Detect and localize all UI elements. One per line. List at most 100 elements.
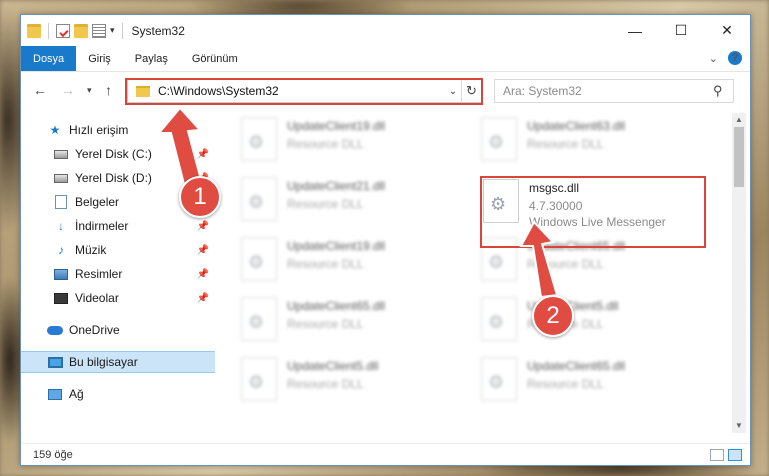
sidebar-item-label: Hızlı erişim [69, 123, 129, 137]
file-type: Resource DLL [287, 377, 364, 391]
file-name: UpdateClient19.dll [287, 239, 386, 253]
dll-file-icon: ⚙ [241, 357, 277, 401]
close-button[interactable]: ✕ [704, 15, 750, 46]
item-count: 159 öğe [33, 448, 73, 461]
scroll-thumb[interactable] [734, 127, 744, 187]
file-item[interactable]: ⚙ UpdateClient65.dll Resource DLL [481, 355, 701, 405]
file-item[interactable]: ⚙ UpdateClient19.dll Resource DLL [241, 115, 461, 165]
gear-icon: ⚙ [488, 372, 505, 392]
gear-icon: ⚙ [248, 252, 265, 272]
dll-file-icon: ⚙ [481, 357, 517, 401]
address-highlight-box [125, 78, 483, 105]
vertical-scrollbar[interactable]: ▲ ▼ [732, 113, 746, 433]
pin-icon: 📌 [196, 220, 209, 232]
file-type: Resource DLL [527, 377, 604, 391]
sidebar-item-label: Yerel Disk (D:) [75, 171, 152, 185]
file-name: UpdateClient65.dll [287, 299, 386, 313]
help-icon[interactable]: ? [728, 51, 742, 65]
navigation-pane: ★ Hızlı erişim Yerel Disk (C:) 📌 Yerel D… [21, 113, 215, 433]
file-type: Resource DLL [287, 257, 364, 271]
file-item[interactable]: ⚙ UpdateClient21.dll Resource DLL [241, 175, 461, 225]
sidebar-item-onedrive[interactable]: OneDrive [21, 319, 215, 341]
sidebar-item-label: İndirmeler [75, 219, 129, 233]
forward-arrow-icon[interactable]: → [61, 82, 75, 98]
properties-icon[interactable] [56, 23, 70, 38]
back-arrow-icon[interactable]: ← [33, 82, 47, 98]
step-badge-1: 1 [179, 176, 221, 218]
gear-icon: ⚙ [488, 252, 505, 272]
sidebar-item-pictures[interactable]: Resimler 📌 [21, 263, 215, 285]
file-item[interactable]: ⚙ UpdateClient5.dll Resource DLL [241, 355, 461, 405]
sidebar-item-disk-c[interactable]: Yerel Disk (C:) 📌 [21, 143, 215, 165]
download-icon: ↓ [58, 219, 64, 233]
scroll-up-icon[interactable]: ▲ [732, 113, 746, 127]
qa-dropdown-icon[interactable]: ▾ [110, 25, 115, 36]
file-type: Resource DLL [527, 137, 604, 151]
file-name: UpdateClient21.dll [287, 179, 386, 193]
pin-icon: 📌 [196, 148, 209, 160]
dll-file-icon: ⚙ [241, 117, 277, 161]
file-name: UpdateClient63.dll [527, 119, 626, 133]
sidebar-item-label: Ağ [69, 387, 84, 401]
sidebar-item-quick-access[interactable]: ★ Hızlı erişim [21, 119, 215, 141]
cloud-icon [47, 323, 63, 337]
window-controls: — ☐ ✕ [612, 15, 750, 46]
search-icon[interactable]: ⚲ [713, 83, 733, 99]
sidebar-item-downloads[interactable]: ↓ İndirmeler 📌 [21, 215, 215, 237]
gear-icon: ⚙ [248, 312, 265, 332]
sidebar-item-label: Belgeler [75, 195, 120, 209]
gear-icon: ⚙ [248, 372, 265, 392]
details-view-icon[interactable] [710, 448, 724, 461]
file-name: UpdateClient65.dll [527, 359, 626, 373]
file-explorer-window: ▾ System32 — ☐ ✕ Dosya Giriş Paylaş Görü… [20, 14, 751, 466]
tab-gorunum[interactable]: Görünüm [180, 46, 250, 71]
folder-icon[interactable] [27, 23, 41, 38]
search-placeholder[interactable]: Ara: System32 [503, 84, 713, 98]
pin-icon: 📌 [196, 268, 209, 280]
file-item[interactable]: ⚙ UpdateClient65.dll Resource DLL [241, 295, 461, 345]
pin-icon: 📌 [196, 244, 209, 256]
tab-dosya[interactable]: Dosya [21, 46, 77, 71]
tab-paylas[interactable]: Paylaş [123, 46, 180, 71]
sidebar-item-label: Bu bilgisayar [69, 355, 138, 369]
star-icon: ★ [49, 123, 61, 137]
file-type: Resource DLL [287, 137, 364, 151]
sidebar-item-network[interactable]: Ağ [21, 383, 215, 405]
file-item[interactable]: ⚙ UpdateClient63.dll Resource DLL [481, 115, 701, 165]
tiles-view-icon[interactable] [728, 448, 742, 461]
quick-access-toolbar: ▾ [27, 22, 126, 39]
file-name: UpdateClient19.dll [287, 119, 386, 133]
up-arrow-icon[interactable]: ↑ [105, 82, 112, 98]
gear-icon: ⚙ [248, 192, 265, 212]
file-item[interactable]: ⚙ UpdateClient5.dll Resource DLL [481, 295, 701, 345]
videos-icon [53, 291, 69, 305]
maximize-button[interactable]: ☐ [658, 15, 704, 46]
tab-giris[interactable]: Giriş [76, 46, 123, 71]
sidebar-item-label: Müzik [75, 243, 107, 257]
network-icon [47, 387, 63, 401]
view-switcher [710, 448, 742, 461]
recent-locations-icon[interactable]: ▾ [87, 85, 92, 96]
new-folder-icon[interactable] [74, 23, 88, 38]
sidebar-item-videos[interactable]: Videolar 📌 [21, 287, 215, 309]
sidebar-item-music[interactable]: ♪ Müzik 📌 [21, 239, 215, 261]
title-bar: ▾ System32 — ☐ ✕ [21, 15, 750, 46]
ribbon-right-controls: ⌄ ? [709, 51, 742, 65]
minimize-button[interactable]: — [612, 15, 658, 46]
file-list: ⚙ UpdateClient19.dll Resource DLL ⚙ Upda… [217, 113, 733, 433]
sidebar-item-label: Resimler [75, 267, 123, 281]
sidebar-item-label: OneDrive [69, 323, 120, 337]
disk-icon [53, 171, 69, 185]
file-type: Resource DLL [287, 317, 364, 331]
pin-icon: 📌 [196, 292, 209, 304]
expand-ribbon-icon[interactable]: ⌄ [709, 52, 718, 65]
scroll-down-icon[interactable]: ▼ [732, 419, 746, 433]
customize-toolbar-icon[interactable] [92, 23, 106, 38]
file-item[interactable]: ⚙ UpdateClient19.dll Resource DLL [241, 235, 461, 285]
dll-file-icon: ⚙ [241, 237, 277, 281]
search-box[interactable]: Ara: System32 ⚲ [494, 79, 734, 103]
computer-icon [47, 355, 63, 369]
gear-icon: ⚙ [488, 312, 505, 332]
sidebar-item-this-pc[interactable]: Bu bilgisayar [21, 351, 215, 373]
file-type: Resource DLL [287, 197, 364, 211]
